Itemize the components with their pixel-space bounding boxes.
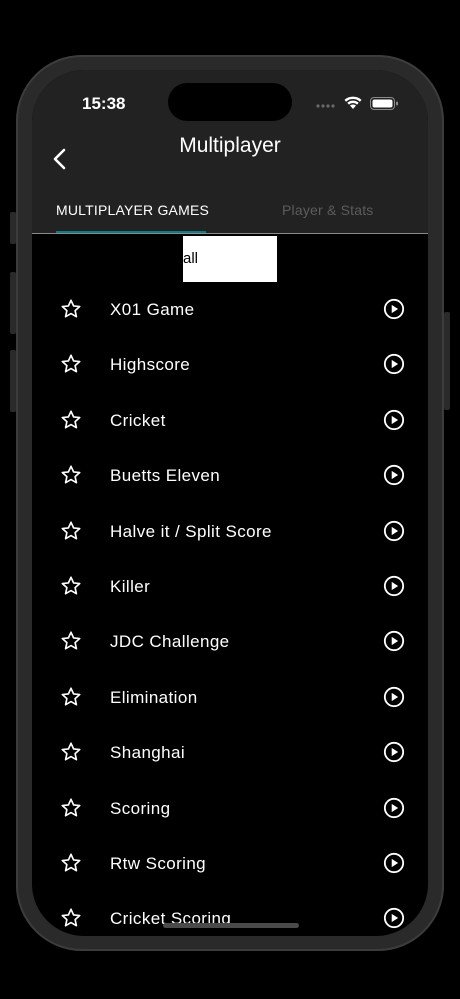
- star-icon[interactable]: [60, 686, 82, 708]
- game-list: X01 Game Highscore Cricket Buetts Eleven…: [32, 282, 428, 936]
- status-time: 15:38: [82, 94, 126, 113]
- power-button: [444, 312, 450, 410]
- header-divider: [32, 233, 428, 234]
- game-label: Scoring: [110, 798, 171, 818]
- play-circle-icon[interactable]: [383, 741, 405, 763]
- play-circle-icon[interactable]: [383, 630, 405, 652]
- play-circle-icon[interactable]: [383, 852, 405, 874]
- star-icon[interactable]: [60, 298, 82, 320]
- play-circle-icon[interactable]: [383, 797, 405, 819]
- star-icon[interactable]: [60, 409, 82, 431]
- game-row-elimination[interactable]: Elimination: [32, 670, 428, 725]
- play-circle-icon[interactable]: [383, 298, 405, 320]
- game-row-scoring[interactable]: Scoring: [32, 781, 428, 836]
- play-circle-icon[interactable]: [383, 409, 405, 431]
- game-row-jdc-challenge[interactable]: JDC Challenge: [32, 614, 428, 669]
- play-circle-icon[interactable]: [383, 464, 405, 486]
- game-label: Elimination: [110, 687, 198, 707]
- star-icon[interactable]: [60, 797, 82, 819]
- star-icon[interactable]: [60, 353, 82, 375]
- game-label: Highscore: [110, 355, 191, 375]
- game-row-killer[interactable]: Killer: [32, 559, 428, 614]
- game-row-highscore[interactable]: Highscore: [32, 337, 428, 392]
- wifi-icon: [344, 96, 362, 109]
- tab-multiplayer-games[interactable]: MULTIPLAYER GAMES: [56, 202, 209, 218]
- game-label: Rtw Scoring: [110, 853, 207, 873]
- home-indicator[interactable]: [163, 923, 299, 928]
- tab-player-stats[interactable]: Player & Stats: [282, 202, 374, 218]
- signal-icon: [316, 104, 335, 108]
- star-icon[interactable]: [60, 630, 82, 652]
- game-label: Killer: [110, 576, 151, 596]
- app-header: 15:38 Multiplayer MULTIPLAYER GAMES Play: [32, 70, 428, 234]
- game-label: JDC Challenge: [110, 632, 230, 652]
- game-label: Cricket: [110, 410, 166, 430]
- dynamic-island: [168, 83, 292, 121]
- star-icon[interactable]: [60, 464, 82, 486]
- star-icon[interactable]: [60, 852, 82, 874]
- game-label: Shanghai: [110, 743, 186, 763]
- app-screen: 15:38 Multiplayer MULTIPLAYER GAMES Play: [32, 70, 428, 936]
- game-row-cricket[interactable]: Cricket: [32, 393, 428, 448]
- game-row-x01[interactable]: X01 Game: [32, 282, 428, 337]
- play-circle-icon[interactable]: [383, 575, 405, 597]
- play-circle-icon[interactable]: [383, 520, 405, 542]
- star-icon[interactable]: [60, 575, 82, 597]
- play-circle-icon[interactable]: [383, 907, 405, 929]
- game-label: Buetts Eleven: [110, 466, 221, 486]
- star-icon[interactable]: [60, 741, 82, 763]
- game-label: Halve it / Split Score: [110, 521, 272, 541]
- page-title: Multiplayer: [179, 134, 281, 157]
- game-label: X01 Game: [110, 300, 195, 319]
- play-circle-icon[interactable]: [383, 353, 405, 375]
- play-circle-icon[interactable]: [383, 686, 405, 708]
- battery-icon: [370, 97, 398, 110]
- status-icons: [316, 96, 398, 110]
- game-row-halve-it[interactable]: Halve it / Split Score: [32, 504, 428, 559]
- game-row-buetts-eleven[interactable]: Buetts Eleven: [32, 448, 428, 503]
- filter-dropdown[interactable]: all: [183, 236, 277, 282]
- star-icon[interactable]: [60, 907, 82, 929]
- game-row-rtw-scoring[interactable]: Rtw Scoring: [32, 836, 428, 891]
- game-row-cricket-scoring[interactable]: Cricket Scoring: [32, 891, 428, 936]
- game-row-shanghai[interactable]: Shanghai: [32, 725, 428, 780]
- star-icon[interactable]: [60, 520, 82, 542]
